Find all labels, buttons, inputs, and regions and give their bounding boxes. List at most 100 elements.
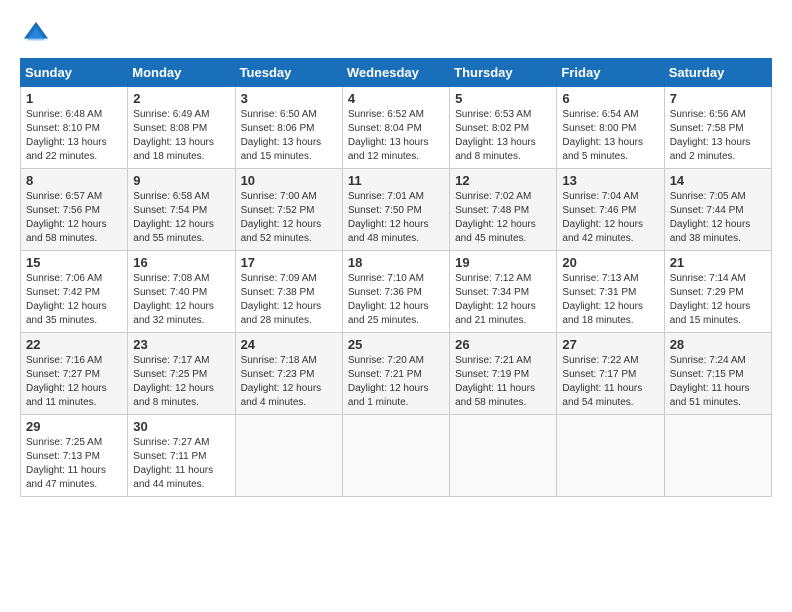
day-info: Sunrise: 6:53 AMSunset: 8:02 PMDaylight:…	[455, 109, 536, 162]
day-info: Sunrise: 7:02 AMSunset: 7:48 PMDaylight:…	[455, 191, 536, 244]
calendar-day-cell: 25 Sunrise: 7:20 AMSunset: 7:21 PMDaylig…	[342, 333, 449, 415]
calendar-day-cell: 2 Sunrise: 6:49 AMSunset: 8:08 PMDayligh…	[128, 87, 235, 169]
calendar-day-cell: 11 Sunrise: 7:01 AMSunset: 7:50 PMDaylig…	[342, 169, 449, 251]
day-info: Sunrise: 6:58 AMSunset: 7:54 PMDaylight:…	[133, 191, 214, 244]
day-number: 25	[348, 337, 444, 352]
calendar-day-cell: 5 Sunrise: 6:53 AMSunset: 8:02 PMDayligh…	[450, 87, 557, 169]
day-info: Sunrise: 7:04 AMSunset: 7:46 PMDaylight:…	[562, 191, 643, 244]
day-number: 30	[133, 419, 229, 434]
calendar-day-cell: 21 Sunrise: 7:14 AMSunset: 7:29 PMDaylig…	[664, 251, 771, 333]
weekday-header: Thursday	[450, 59, 557, 87]
day-number: 2	[133, 91, 229, 106]
day-info: Sunrise: 7:09 AMSunset: 7:38 PMDaylight:…	[241, 273, 322, 326]
weekday-header: Tuesday	[235, 59, 342, 87]
calendar-day-cell: 9 Sunrise: 6:58 AMSunset: 7:54 PMDayligh…	[128, 169, 235, 251]
day-number: 20	[562, 255, 658, 270]
calendar-week-row: 15 Sunrise: 7:06 AMSunset: 7:42 PMDaylig…	[21, 251, 772, 333]
day-number: 9	[133, 173, 229, 188]
weekday-header: Saturday	[664, 59, 771, 87]
day-number: 29	[26, 419, 122, 434]
day-info: Sunrise: 7:20 AMSunset: 7:21 PMDaylight:…	[348, 355, 429, 408]
calendar-day-cell: 8 Sunrise: 6:57 AMSunset: 7:56 PMDayligh…	[21, 169, 128, 251]
day-info: Sunrise: 6:52 AMSunset: 8:04 PMDaylight:…	[348, 109, 429, 162]
logo-icon	[22, 20, 50, 48]
day-number: 26	[455, 337, 551, 352]
day-info: Sunrise: 6:50 AMSunset: 8:06 PMDaylight:…	[241, 109, 322, 162]
calendar-day-cell	[664, 415, 771, 497]
calendar-day-cell: 24 Sunrise: 7:18 AMSunset: 7:23 PMDaylig…	[235, 333, 342, 415]
day-number: 27	[562, 337, 658, 352]
day-info: Sunrise: 7:18 AMSunset: 7:23 PMDaylight:…	[241, 355, 322, 408]
calendar-day-cell: 17 Sunrise: 7:09 AMSunset: 7:38 PMDaylig…	[235, 251, 342, 333]
day-number: 12	[455, 173, 551, 188]
day-info: Sunrise: 7:01 AMSunset: 7:50 PMDaylight:…	[348, 191, 429, 244]
logo	[20, 20, 50, 48]
day-number: 4	[348, 91, 444, 106]
day-number: 7	[670, 91, 766, 106]
calendar-week-row: 1 Sunrise: 6:48 AMSunset: 8:10 PMDayligh…	[21, 87, 772, 169]
day-number: 23	[133, 337, 229, 352]
calendar-day-cell: 29 Sunrise: 7:25 AMSunset: 7:13 PMDaylig…	[21, 415, 128, 497]
calendar-day-cell: 6 Sunrise: 6:54 AMSunset: 8:00 PMDayligh…	[557, 87, 664, 169]
calendar-day-cell	[235, 415, 342, 497]
day-number: 6	[562, 91, 658, 106]
day-number: 17	[241, 255, 337, 270]
day-number: 24	[241, 337, 337, 352]
day-info: Sunrise: 7:08 AMSunset: 7:40 PMDaylight:…	[133, 273, 214, 326]
calendar-day-cell: 16 Sunrise: 7:08 AMSunset: 7:40 PMDaylig…	[128, 251, 235, 333]
day-info: Sunrise: 7:24 AMSunset: 7:15 PMDaylight:…	[670, 355, 750, 408]
day-info: Sunrise: 7:16 AMSunset: 7:27 PMDaylight:…	[26, 355, 107, 408]
day-number: 18	[348, 255, 444, 270]
calendar-day-cell: 3 Sunrise: 6:50 AMSunset: 8:06 PMDayligh…	[235, 87, 342, 169]
calendar-day-cell: 28 Sunrise: 7:24 AMSunset: 7:15 PMDaylig…	[664, 333, 771, 415]
day-number: 28	[670, 337, 766, 352]
calendar-day-cell: 23 Sunrise: 7:17 AMSunset: 7:25 PMDaylig…	[128, 333, 235, 415]
day-number: 1	[26, 91, 122, 106]
day-info: Sunrise: 7:06 AMSunset: 7:42 PMDaylight:…	[26, 273, 107, 326]
calendar-day-cell: 7 Sunrise: 6:56 AMSunset: 7:58 PMDayligh…	[664, 87, 771, 169]
calendar-day-cell	[342, 415, 449, 497]
page-header	[20, 20, 772, 48]
day-info: Sunrise: 6:49 AMSunset: 8:08 PMDaylight:…	[133, 109, 214, 162]
day-info: Sunrise: 6:48 AMSunset: 8:10 PMDaylight:…	[26, 109, 107, 162]
weekday-header: Monday	[128, 59, 235, 87]
day-info: Sunrise: 7:21 AMSunset: 7:19 PMDaylight:…	[455, 355, 535, 408]
day-info: Sunrise: 7:17 AMSunset: 7:25 PMDaylight:…	[133, 355, 214, 408]
day-info: Sunrise: 7:22 AMSunset: 7:17 PMDaylight:…	[562, 355, 642, 408]
calendar-week-row: 22 Sunrise: 7:16 AMSunset: 7:27 PMDaylig…	[21, 333, 772, 415]
calendar-day-cell: 27 Sunrise: 7:22 AMSunset: 7:17 PMDaylig…	[557, 333, 664, 415]
day-info: Sunrise: 6:57 AMSunset: 7:56 PMDaylight:…	[26, 191, 107, 244]
calendar-day-cell	[450, 415, 557, 497]
weekday-header: Friday	[557, 59, 664, 87]
day-info: Sunrise: 7:14 AMSunset: 7:29 PMDaylight:…	[670, 273, 751, 326]
day-number: 22	[26, 337, 122, 352]
calendar-day-cell: 1 Sunrise: 6:48 AMSunset: 8:10 PMDayligh…	[21, 87, 128, 169]
calendar-day-cell	[557, 415, 664, 497]
calendar-table: SundayMondayTuesdayWednesdayThursdayFrid…	[20, 58, 772, 497]
day-info: Sunrise: 7:25 AMSunset: 7:13 PMDaylight:…	[26, 437, 106, 490]
day-number: 15	[26, 255, 122, 270]
weekday-header: Wednesday	[342, 59, 449, 87]
calendar-day-cell: 20 Sunrise: 7:13 AMSunset: 7:31 PMDaylig…	[557, 251, 664, 333]
calendar-day-cell: 18 Sunrise: 7:10 AMSunset: 7:36 PMDaylig…	[342, 251, 449, 333]
calendar-day-cell: 14 Sunrise: 7:05 AMSunset: 7:44 PMDaylig…	[664, 169, 771, 251]
day-number: 10	[241, 173, 337, 188]
calendar-day-cell: 19 Sunrise: 7:12 AMSunset: 7:34 PMDaylig…	[450, 251, 557, 333]
day-number: 14	[670, 173, 766, 188]
day-info: Sunrise: 7:05 AMSunset: 7:44 PMDaylight:…	[670, 191, 751, 244]
calendar-day-cell: 12 Sunrise: 7:02 AMSunset: 7:48 PMDaylig…	[450, 169, 557, 251]
calendar-day-cell: 13 Sunrise: 7:04 AMSunset: 7:46 PMDaylig…	[557, 169, 664, 251]
day-number: 16	[133, 255, 229, 270]
day-number: 5	[455, 91, 551, 106]
day-info: Sunrise: 7:10 AMSunset: 7:36 PMDaylight:…	[348, 273, 429, 326]
calendar-day-cell: 10 Sunrise: 7:00 AMSunset: 7:52 PMDaylig…	[235, 169, 342, 251]
day-number: 11	[348, 173, 444, 188]
calendar-header-row: SundayMondayTuesdayWednesdayThursdayFrid…	[21, 59, 772, 87]
calendar-day-cell: 4 Sunrise: 6:52 AMSunset: 8:04 PMDayligh…	[342, 87, 449, 169]
day-info: Sunrise: 6:54 AMSunset: 8:00 PMDaylight:…	[562, 109, 643, 162]
calendar-week-row: 29 Sunrise: 7:25 AMSunset: 7:13 PMDaylig…	[21, 415, 772, 497]
day-number: 19	[455, 255, 551, 270]
day-number: 13	[562, 173, 658, 188]
day-info: Sunrise: 7:00 AMSunset: 7:52 PMDaylight:…	[241, 191, 322, 244]
day-info: Sunrise: 7:27 AMSunset: 7:11 PMDaylight:…	[133, 437, 213, 490]
